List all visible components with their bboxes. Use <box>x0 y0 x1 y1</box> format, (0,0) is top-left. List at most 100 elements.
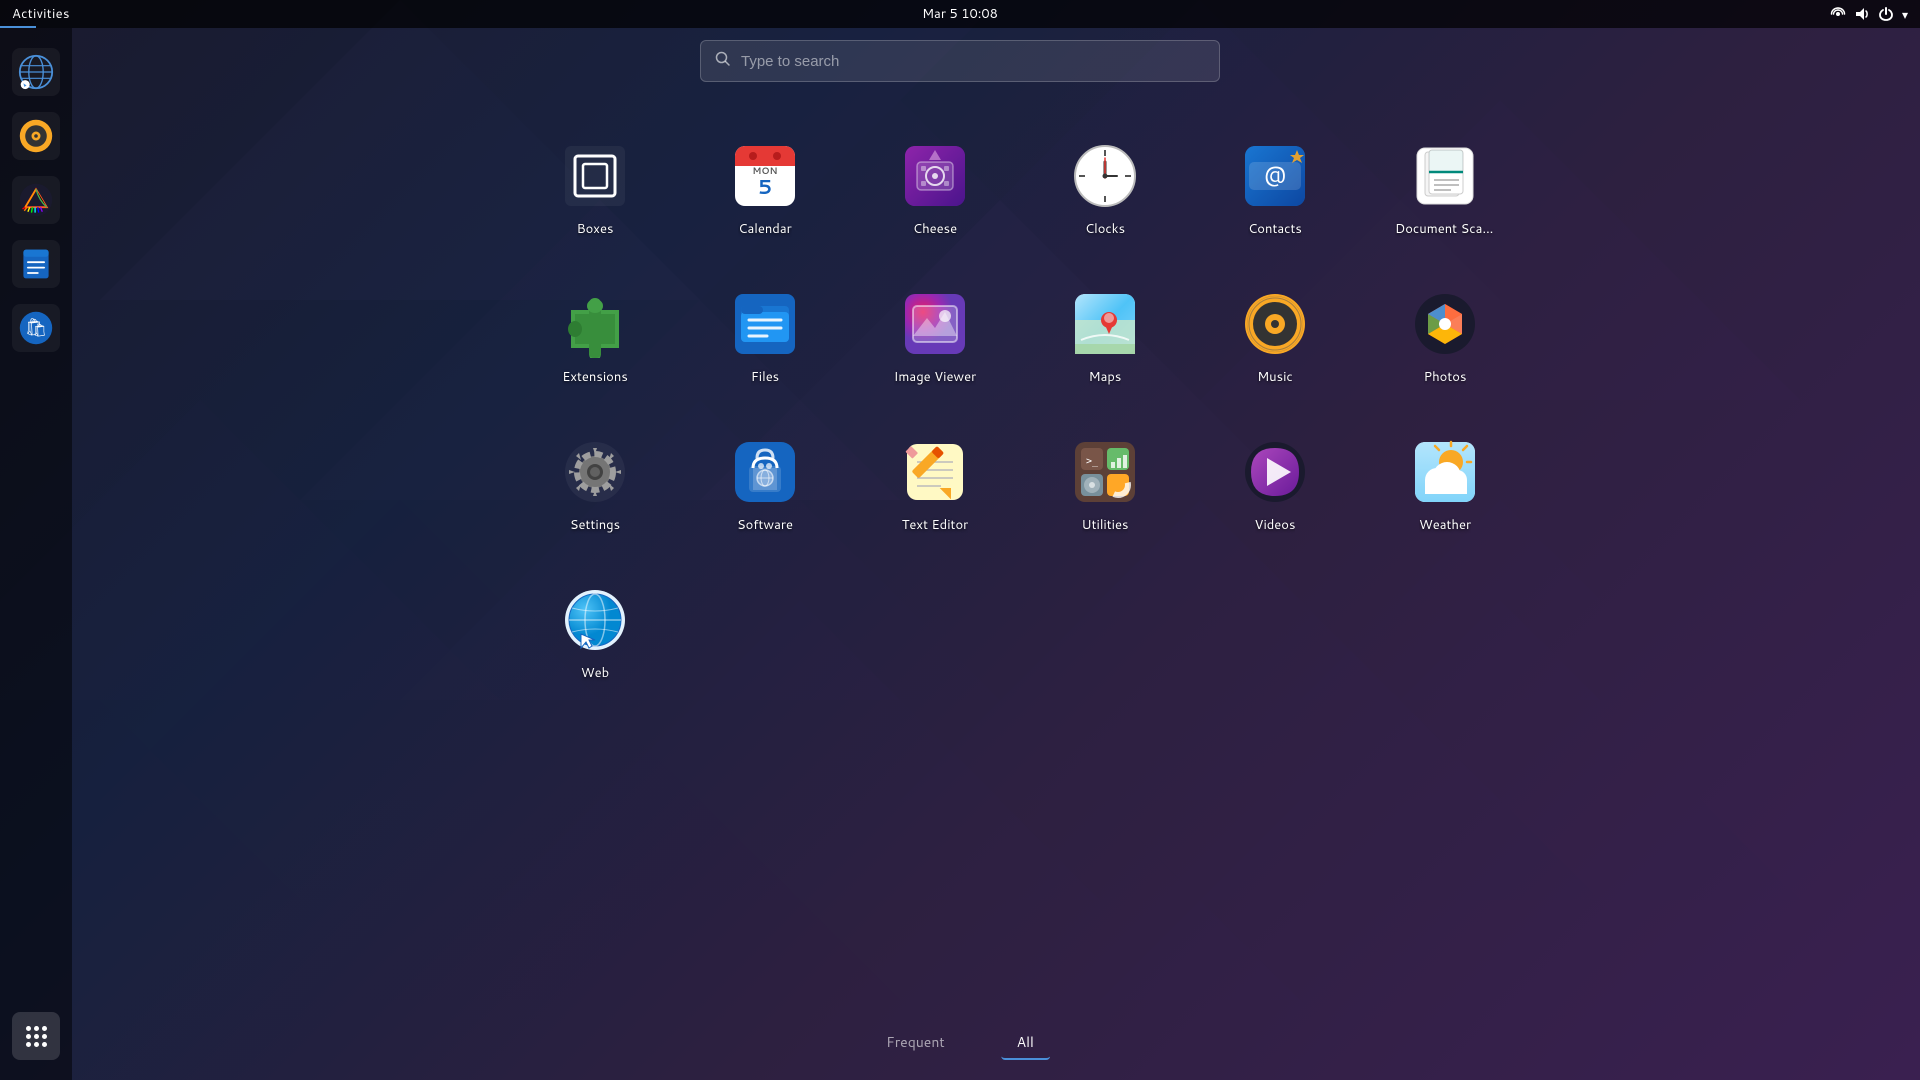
app-label-music: Music <box>1257 368 1293 386</box>
files-icon <box>729 288 801 360</box>
dot <box>26 1042 31 1047</box>
network-icon[interactable] <box>1830 6 1846 22</box>
app-label-maps: Maps <box>1089 368 1122 386</box>
dot <box>34 1026 39 1031</box>
app-item-files[interactable]: Files <box>685 278 845 396</box>
sound-icon[interactable] <box>1854 6 1870 22</box>
sound-app-icon <box>18 118 54 154</box>
bottom-tabs: Frequent All <box>870 1026 1050 1060</box>
app-grid: Boxes MON 5 Calendar <box>495 110 1545 712</box>
app-item-image-viewer[interactable]: Image Viewer <box>855 278 1015 396</box>
app-label-calendar: Calendar <box>738 220 791 238</box>
search-bar[interactable] <box>700 40 1220 82</box>
search-icon <box>715 50 731 73</box>
search-input[interactable] <box>741 53 1205 70</box>
topbar-right-controls: ▾ <box>1830 6 1908 23</box>
sidebar-item-prism[interactable] <box>12 176 60 224</box>
dot <box>42 1034 47 1039</box>
image-viewer-icon <box>899 288 971 360</box>
calendar-icon: MON 5 <box>729 140 801 212</box>
clock: Mar 5 10:08 <box>922 5 998 23</box>
search-container <box>700 40 1220 82</box>
app-item-utilities[interactable]: >_ Utilities <box>1025 426 1185 544</box>
topbar: Activities Mar 5 10:08 ▾ <box>0 0 1920 28</box>
dot <box>26 1026 31 1031</box>
app-item-videos[interactable]: Videos <box>1195 426 1355 544</box>
videos-icon <box>1239 436 1311 508</box>
app-label-image-viewer: Image Viewer <box>894 368 976 386</box>
app-item-maps[interactable]: Maps <box>1025 278 1185 396</box>
app-label-files: Files <box>751 368 779 386</box>
svg-text:5: 5 <box>758 173 772 201</box>
app-label-cheese: Cheese <box>913 220 957 238</box>
app-item-software[interactable]: Software <box>685 426 845 544</box>
dots-row-1 <box>26 1026 47 1031</box>
web-browser-icon <box>18 54 54 90</box>
dots-row-3 <box>26 1042 47 1047</box>
app-item-text-editor[interactable]: Text Editor <box>855 426 1015 544</box>
app-item-web[interactable]: Web <box>515 574 675 692</box>
weather-icon <box>1409 436 1481 508</box>
app-label-weather: Weather <box>1419 516 1471 534</box>
app-item-weather[interactable]: Weather <box>1365 426 1525 544</box>
app-item-cheese[interactable]: Cheese <box>855 130 1015 248</box>
dot <box>34 1042 39 1047</box>
settings-icon <box>559 436 631 508</box>
web-icon <box>559 584 631 656</box>
sidebar-item-sound[interactable] <box>12 112 60 160</box>
svg-text:🛍: 🛍 <box>25 313 48 339</box>
svg-text:>_: >_ <box>1086 456 1099 467</box>
sidebar-item-notes[interactable] <box>12 240 60 288</box>
dot <box>34 1034 39 1039</box>
dot <box>42 1042 47 1047</box>
photos-icon <box>1409 288 1481 360</box>
app-label-web: Web <box>581 664 609 682</box>
app-label-contacts: Contacts <box>1248 220 1302 238</box>
app-item-clocks[interactable]: Clocks <box>1025 130 1185 248</box>
app-item-calendar[interactable]: MON 5 Calendar <box>685 130 845 248</box>
app-label-document-scanner: Document Scan... <box>1395 220 1495 238</box>
clocks-icon <box>1069 140 1141 212</box>
system-menu-arrow[interactable]: ▾ <box>1902 6 1908 23</box>
sidebar-item-web-browser[interactable] <box>12 48 60 96</box>
app-item-contacts[interactable]: @ Contacts <box>1195 130 1355 248</box>
app-label-boxes: Boxes <box>577 220 614 238</box>
tab-frequent[interactable]: Frequent <box>870 1026 961 1060</box>
app-item-music[interactable]: Music <box>1195 278 1355 396</box>
utilities-icon: >_ <box>1069 436 1141 508</box>
app-label-text-editor: Text Editor <box>902 516 969 534</box>
app-label-videos: Videos <box>1255 516 1296 534</box>
app-item-extensions[interactable]: Extensions <box>515 278 675 396</box>
svg-text:@: @ <box>1264 159 1287 190</box>
text-editor-icon <box>899 436 971 508</box>
app-item-settings[interactable]: Settings <box>515 426 675 544</box>
sidebar: 🛍 <box>0 28 72 1080</box>
sidebar-item-software[interactable]: 🛍 <box>12 304 60 352</box>
app-item-boxes[interactable]: Boxes <box>515 130 675 248</box>
tab-all[interactable]: All <box>1001 1026 1050 1060</box>
app-label-settings: Settings <box>570 516 620 534</box>
app-item-document-scanner[interactable]: Document Scan... <box>1365 130 1525 248</box>
app-grid-container: Boxes MON 5 Calendar <box>120 110 1920 1020</box>
power-icon[interactable] <box>1878 6 1894 22</box>
show-apps-button[interactable] <box>12 1012 60 1060</box>
notes-icon <box>18 246 54 282</box>
document-scanner-icon <box>1409 140 1481 212</box>
contacts-icon: @ <box>1239 140 1311 212</box>
app-label-photos: Photos <box>1424 368 1467 386</box>
prism-icon <box>18 182 54 218</box>
dot <box>42 1026 47 1031</box>
dots-row-2 <box>26 1034 47 1039</box>
app-label-extensions: Extensions <box>562 368 628 386</box>
software-store-icon: 🛍 <box>18 310 54 346</box>
app-item-photos[interactable]: Photos <box>1365 278 1525 396</box>
extensions-icon <box>559 288 631 360</box>
music-icon <box>1239 288 1311 360</box>
app-label-utilities: Utilities <box>1082 516 1129 534</box>
software-icon <box>729 436 801 508</box>
app-label-clocks: Clocks <box>1085 220 1125 238</box>
cheese-icon <box>899 140 971 212</box>
activities-button[interactable]: Activities <box>12 5 70 23</box>
maps-icon <box>1069 288 1141 360</box>
dot <box>26 1034 31 1039</box>
